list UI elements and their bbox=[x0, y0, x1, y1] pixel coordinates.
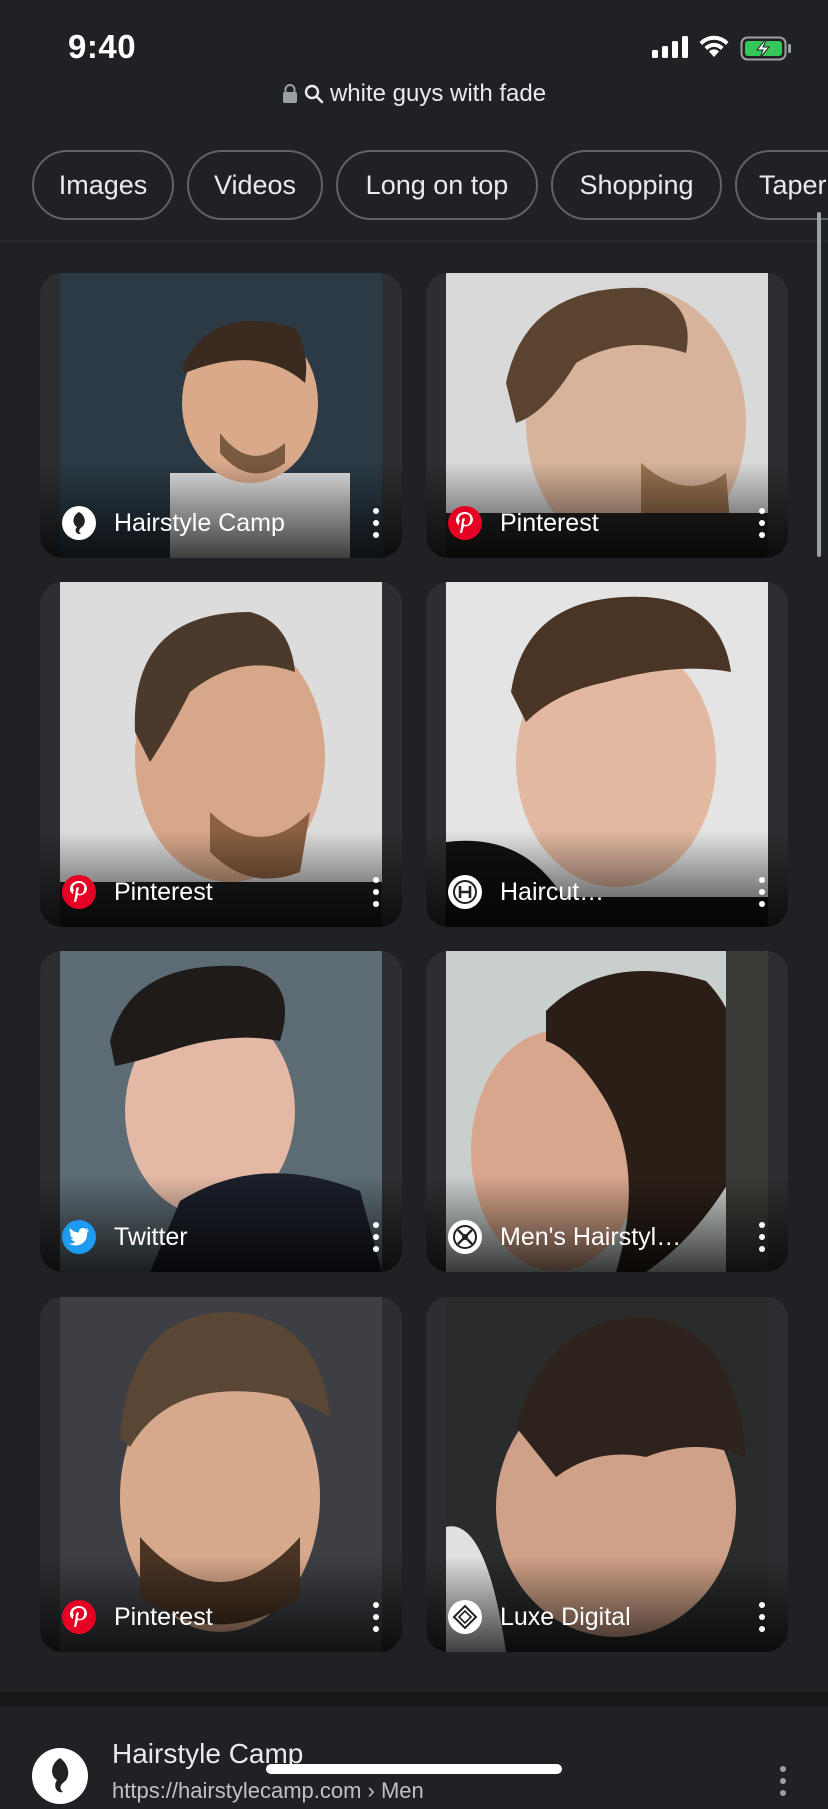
more-options-icon[interactable] bbox=[756, 508, 768, 538]
image-result[interactable]: Pinterest bbox=[426, 273, 788, 558]
lock-icon bbox=[282, 84, 298, 104]
result-source: Pinterest bbox=[62, 1600, 213, 1634]
search-query: white guys with fade bbox=[329, 80, 547, 107]
more-options-icon[interactable] bbox=[756, 1222, 768, 1252]
image-result[interactable]: Pinterest bbox=[40, 582, 402, 927]
source-name: Luxe Digital bbox=[500, 1602, 631, 1631]
status-time: 9:40 bbox=[68, 28, 137, 65]
hairstylecamp-icon bbox=[62, 506, 96, 540]
more-options-icon[interactable] bbox=[370, 508, 382, 538]
luxe-digital-icon bbox=[448, 1600, 482, 1634]
result-source: Luxe Digital bbox=[448, 1600, 631, 1634]
hairstylecamp-icon bbox=[32, 1748, 88, 1804]
chip-taper[interactable]: Taper bbox=[735, 150, 828, 220]
address-bar[interactable]: white guys with fade bbox=[0, 80, 828, 124]
image-result[interactable]: Pinterest bbox=[40, 1297, 402, 1652]
divider bbox=[0, 1692, 828, 1706]
twitter-icon bbox=[62, 1220, 96, 1254]
result-source: Pinterest bbox=[62, 875, 213, 909]
image-result[interactable]: Men's Hairstyl… bbox=[426, 951, 788, 1272]
web-result[interactable]: Hairstyle Camp https://hairstylecamp.com… bbox=[0, 1706, 828, 1804]
cellular-signal-icon bbox=[652, 36, 690, 63]
battery-charging-icon bbox=[740, 36, 794, 67]
chip-videos[interactable]: Videos bbox=[187, 150, 323, 220]
source-name: Hairstyle Camp bbox=[114, 508, 285, 537]
source-name: Pinterest bbox=[114, 1602, 213, 1631]
chip-shopping[interactable]: Shopping bbox=[551, 150, 722, 220]
image-result[interactable]: Haircut… bbox=[426, 582, 788, 927]
search-icon bbox=[304, 84, 324, 104]
pinterest-icon bbox=[448, 506, 482, 540]
pinterest-icon bbox=[62, 875, 96, 909]
more-options-icon[interactable] bbox=[756, 1602, 768, 1632]
filter-chips: Images Videos Long on top Shopping Taper bbox=[0, 150, 828, 226]
haircut-icon bbox=[448, 875, 482, 909]
image-result[interactable]: Luxe Digital bbox=[426, 1297, 788, 1652]
source-name: Twitter bbox=[114, 1222, 188, 1251]
mens-hairstyles-icon bbox=[448, 1220, 482, 1254]
source-name: Haircut… bbox=[500, 877, 605, 906]
result-source: Haircut… bbox=[448, 875, 604, 909]
source-name: Pinterest bbox=[114, 877, 213, 906]
result-source: Twitter bbox=[62, 1220, 188, 1254]
home-indicator[interactable] bbox=[266, 1764, 562, 1774]
image-result[interactable]: Twitter bbox=[40, 951, 402, 1272]
wifi-icon bbox=[698, 33, 730, 64]
more-options-icon[interactable] bbox=[756, 877, 768, 907]
pinterest-icon bbox=[62, 1600, 96, 1634]
result-source: Hairstyle Camp bbox=[62, 506, 285, 540]
result-url: https://hairstylecamp.com › Men bbox=[112, 1778, 424, 1803]
more-options-icon[interactable] bbox=[370, 877, 382, 907]
status-bar: 9:40 bbox=[0, 0, 828, 90]
chip-long-on-top[interactable]: Long on top bbox=[336, 150, 538, 220]
result-source: Pinterest bbox=[448, 506, 599, 540]
image-result[interactable]: Hairstyle Camp bbox=[40, 273, 402, 558]
chip-images[interactable]: Images bbox=[32, 150, 174, 220]
more-options-icon[interactable] bbox=[370, 1602, 382, 1632]
scrollbar[interactable] bbox=[817, 212, 821, 557]
more-options-icon[interactable] bbox=[370, 1222, 382, 1252]
source-name: Men's Hairstyl… bbox=[500, 1222, 682, 1251]
source-name: Pinterest bbox=[500, 508, 599, 537]
result-source: Men's Hairstyl… bbox=[448, 1220, 681, 1254]
divider bbox=[0, 240, 828, 242]
